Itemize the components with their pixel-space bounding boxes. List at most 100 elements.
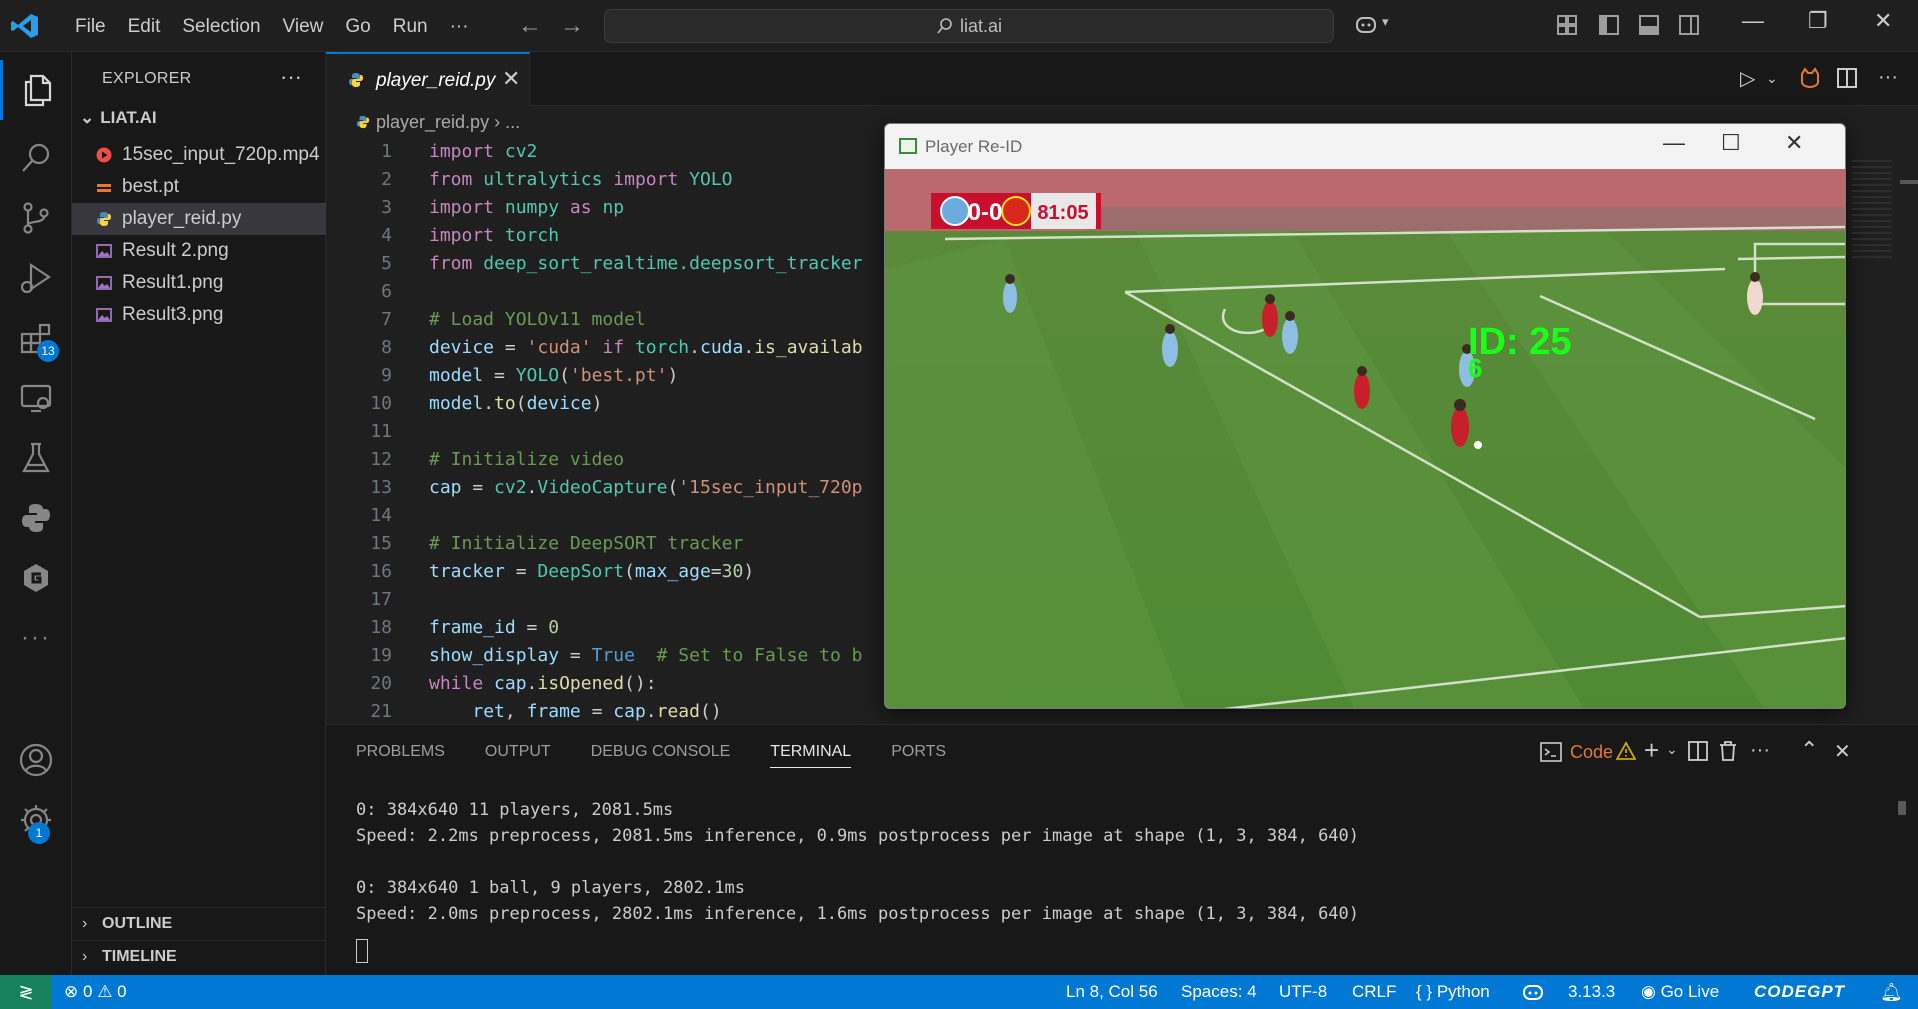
breadcrumb-symbol[interactable]: › ... bbox=[494, 112, 520, 132]
close-panel-icon[interactable]: ✕ bbox=[1834, 739, 1851, 764]
close-window-icon[interactable]: ✕ bbox=[1874, 8, 1892, 34]
window-minimize-icon[interactable]: — bbox=[1663, 130, 1685, 156]
terminal-output[interactable]: 0: 384x640 11 players, 2081.5ms Speed: 2… bbox=[356, 797, 1359, 963]
menu-view[interactable]: View bbox=[272, 14, 335, 40]
error-count: 0 bbox=[82, 982, 93, 1001]
codegpt-status[interactable]: CODEGPT bbox=[1754, 975, 1845, 1009]
toggle-secondary-sidebar-icon[interactable] bbox=[1678, 14, 1700, 36]
window-close-icon[interactable]: ✕ bbox=[1785, 130, 1803, 156]
remote-indicator[interactable]: ≷ bbox=[0, 975, 52, 1009]
problems-status[interactable]: ⊗ 0 ⚠ 0 bbox=[64, 975, 127, 1009]
menu-more[interactable]: ··· bbox=[439, 14, 480, 40]
accounts-activity[interactable] bbox=[0, 730, 72, 790]
close-tab-icon[interactable]: ✕ bbox=[502, 66, 520, 92]
terminal-name[interactable]: Code bbox=[1570, 742, 1613, 763]
outline-section[interactable]: › OUTLINE bbox=[72, 907, 326, 939]
workspace-folder[interactable]: ⌄ LIAT.AI bbox=[80, 108, 157, 128]
new-terminal-chevron-down-icon[interactable]: ⌄ bbox=[1666, 741, 1678, 758]
terminal-scrollbar[interactable] bbox=[1898, 801, 1906, 815]
file-item-result1[interactable]: Result1.png bbox=[72, 267, 326, 299]
line-number: 13 bbox=[370, 477, 392, 498]
search-activity[interactable] bbox=[0, 128, 72, 188]
copilot-cat-icon[interactable] bbox=[1798, 66, 1822, 90]
end-of-line[interactable]: CRLF bbox=[1352, 975, 1396, 1009]
broadcast-icon: ◉ bbox=[1641, 982, 1656, 1001]
window-maximize-icon[interactable]: ☐ bbox=[1721, 130, 1741, 156]
extensions-activity[interactable]: 13 bbox=[0, 308, 72, 368]
scrollbar[interactable] bbox=[1900, 180, 1918, 184]
command-center-search[interactable]: liat.ai bbox=[604, 9, 1334, 43]
file-item-player-reid[interactable]: player_reid.py bbox=[72, 203, 326, 235]
manage-activity[interactable]: 1 bbox=[0, 790, 72, 850]
trash-icon[interactable] bbox=[1718, 740, 1738, 762]
python-activity[interactable] bbox=[0, 488, 72, 548]
indentation[interactable]: Spaces: 4 bbox=[1181, 975, 1257, 1009]
notifications-bell-icon[interactable]: 🔔︎ bbox=[1880, 975, 1903, 1009]
tab-debug-console[interactable]: DEBUG CONSOLE bbox=[591, 743, 731, 768]
terminal-line: 0: 384x640 1 ball, 9 players, 2802.1ms bbox=[356, 878, 745, 898]
forward-arrow-icon[interactable]: → bbox=[560, 12, 584, 40]
code-editor[interactable]: 1 import cv2 2 from ultralytics import YOL… bbox=[326, 138, 886, 724]
file-item-video[interactable]: 15sec_input_720p.mp4 bbox=[72, 139, 326, 171]
restore-icon[interactable]: ❐ bbox=[1808, 8, 1828, 34]
copilot-chevron-down-icon[interactable]: ▾ bbox=[1382, 14, 1389, 30]
encoding[interactable]: UTF-8 bbox=[1279, 975, 1327, 1009]
menu-file[interactable]: File bbox=[64, 14, 117, 40]
gitlens-activity[interactable] bbox=[0, 548, 72, 608]
explorer-activity[interactable] bbox=[0, 60, 72, 120]
toggle-primary-sidebar-icon[interactable] bbox=[1598, 14, 1620, 36]
customize-layout-icon[interactable] bbox=[1556, 14, 1578, 36]
vscode-logo-icon[interactable] bbox=[10, 12, 40, 40]
split-editor-icon[interactable] bbox=[1836, 67, 1858, 89]
tab-terminal[interactable]: TERMINAL bbox=[770, 743, 852, 768]
file-item-best-pt[interactable]: best.pt bbox=[72, 171, 326, 203]
run-debug-activity[interactable] bbox=[0, 248, 72, 308]
file-name: 15sec_input_720p.mp4 bbox=[122, 144, 320, 165]
tab-player-reid[interactable]: player_reid.py ✕ bbox=[326, 52, 530, 106]
menu-selection[interactable]: Selection bbox=[171, 14, 271, 40]
file-item-result3[interactable]: Result3.png bbox=[72, 299, 326, 331]
copilot-icon[interactable] bbox=[1354, 12, 1378, 36]
minimap[interactable] bbox=[1852, 160, 1892, 260]
clock-text: 81:05 bbox=[1037, 202, 1088, 224]
terminal-line: Speed: 2.2ms preprocess, 2081.5ms infere… bbox=[356, 826, 1360, 846]
panel-more-icon[interactable]: ··· bbox=[1750, 739, 1770, 762]
minimize-icon[interactable]: — bbox=[1742, 8, 1764, 34]
remote-explorer-activity[interactable] bbox=[0, 368, 72, 428]
editor-more-icon[interactable]: ··· bbox=[1878, 66, 1898, 89]
source-control-activity[interactable] bbox=[0, 188, 72, 248]
go-live-button[interactable]: ◉ Go Live bbox=[1641, 975, 1719, 1009]
testing-activity[interactable] bbox=[0, 428, 72, 488]
copilot-status-icon[interactable] bbox=[1522, 982, 1544, 1002]
run-file-icon[interactable]: ▷ bbox=[1740, 66, 1755, 91]
python-icon bbox=[356, 115, 370, 129]
menu-edit[interactable]: Edit bbox=[117, 14, 172, 40]
split-terminal-icon[interactable] bbox=[1688, 741, 1708, 761]
line-number: 8 bbox=[381, 337, 392, 358]
cursor-position[interactable]: Ln 8, Col 56 bbox=[1066, 975, 1158, 1009]
python-icon bbox=[97, 212, 111, 226]
language-mode[interactable]: { } Python bbox=[1416, 975, 1490, 1009]
more-activity[interactable]: ··· bbox=[0, 608, 72, 668]
explorer-more-button[interactable]: ··· bbox=[280, 64, 302, 90]
menu-go[interactable]: Go bbox=[334, 14, 381, 40]
go-live-label: Go Live bbox=[1660, 982, 1720, 1001]
code-line: import torch bbox=[429, 225, 560, 246]
breadcrumb-file[interactable]: player_reid.py bbox=[376, 112, 489, 132]
run-chevron-down-icon[interactable]: ⌄ bbox=[1766, 70, 1778, 87]
tab-problems[interactable]: PROBLEMS bbox=[356, 743, 445, 768]
command-center-label: liat.ai bbox=[959, 16, 1003, 36]
back-arrow-icon[interactable]: ← bbox=[518, 12, 542, 40]
line-number: 21 bbox=[370, 701, 392, 722]
window-app-icon bbox=[899, 138, 917, 154]
menu-run[interactable]: Run bbox=[382, 14, 439, 40]
tab-ports[interactable]: PORTS bbox=[891, 743, 946, 768]
toggle-panel-icon[interactable] bbox=[1638, 14, 1660, 36]
timeline-section[interactable]: › TIMELINE bbox=[72, 940, 326, 972]
maximize-panel-icon[interactable]: ⌃ bbox=[1800, 737, 1818, 763]
tab-output[interactable]: OUTPUT bbox=[485, 743, 551, 768]
new-terminal-icon[interactable]: + bbox=[1644, 735, 1659, 766]
python-version[interactable]: 3.13.3 bbox=[1568, 975, 1615, 1009]
player-reid-window[interactable]: Player Re-ID — ☐ ✕ 0-0 81:05 ID: 25 6 bbox=[884, 123, 1846, 709]
file-item-result2[interactable]: Result 2.png bbox=[72, 235, 326, 267]
